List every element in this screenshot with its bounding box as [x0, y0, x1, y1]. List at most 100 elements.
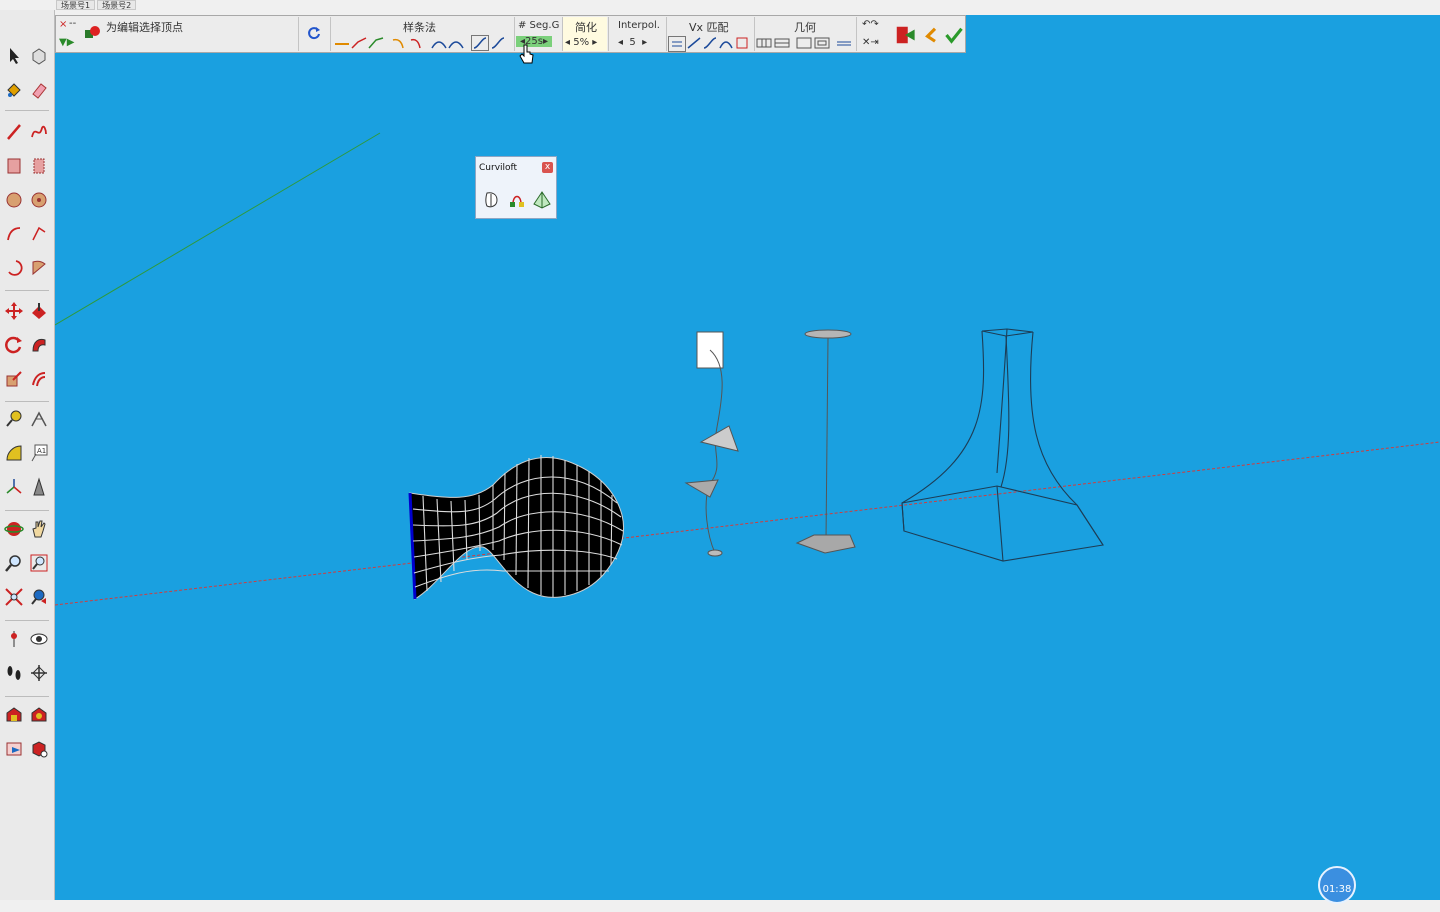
- curve-editor-toolbar: × -- ▼▶ 为编辑选择顶点 样条法 # Seg.G ◂25s▸ 简化 ◂ 5…: [55, 15, 966, 53]
- protractor-icon[interactable]: [3, 442, 25, 464]
- undo-redo-icon[interactable]: ↶↷: [862, 19, 879, 30]
- dimension-icon[interactable]: [28, 408, 50, 430]
- spline-polyline-icon[interactable]: [351, 36, 367, 50]
- extension-warehouse-icon[interactable]: [28, 704, 50, 726]
- spline-scurve-icon[interactable]: [471, 35, 489, 51]
- exit-door-icon[interactable]: [894, 24, 916, 46]
- geometry-frame-icon[interactable]: [796, 36, 812, 50]
- skinning-icon[interactable]: [531, 189, 553, 211]
- scale-icon[interactable]: [3, 368, 25, 390]
- move-icon[interactable]: [3, 300, 25, 322]
- refresh-icon[interactable]: [306, 26, 322, 40]
- select-arrow-icon[interactable]: [3, 45, 25, 67]
- toolbar-close-button[interactable]: ×: [59, 19, 67, 30]
- geometry-rows-icon[interactable]: [774, 36, 790, 50]
- recording-timer-badge: 01:38: [1318, 866, 1356, 904]
- hand-cursor-icon: [519, 44, 534, 64]
- pie-icon[interactable]: [28, 257, 50, 279]
- spline-group-label: 样条法: [403, 21, 436, 34]
- offset-icon[interactable]: [28, 368, 50, 390]
- loft-by-path-icon[interactable]: [506, 189, 528, 211]
- previous-view-icon[interactable]: [28, 586, 50, 608]
- scene-tabs: 场景号1 场景号2: [56, 0, 137, 10]
- follow-me-icon[interactable]: [28, 334, 50, 356]
- section-plane-icon[interactable]: [28, 662, 50, 684]
- extension-manager-icon[interactable]: [28, 738, 50, 760]
- scene-svg: [54, 132, 1440, 606]
- position-camera-icon[interactable]: [3, 628, 25, 650]
- toolbar-confirm-mini-icon[interactable]: ▼▶: [59, 37, 74, 48]
- vx-curve-icon[interactable]: [702, 36, 718, 50]
- scene-tab-2[interactable]: 场景号2: [97, 0, 137, 10]
- polygon-icon[interactable]: [28, 189, 50, 211]
- curviloft-close-button[interactable]: x: [542, 162, 553, 173]
- spline-arc-icon[interactable]: [391, 36, 407, 50]
- svg-text:A1: A1: [37, 447, 46, 455]
- orbit-icon[interactable]: [3, 518, 25, 540]
- vx-box-icon[interactable]: [734, 36, 750, 50]
- eraser-icon[interactable]: [28, 79, 50, 101]
- two-point-arc-icon[interactable]: [28, 223, 50, 245]
- spline-line-icon[interactable]: [334, 36, 350, 50]
- pan-hand-icon[interactable]: [28, 518, 50, 540]
- spline-bezier-icon[interactable]: [368, 36, 384, 50]
- warehouse-icon[interactable]: [3, 704, 25, 726]
- component-icon[interactable]: [28, 45, 50, 67]
- text-icon[interactable]: A1: [28, 442, 50, 464]
- confirm-check-icon[interactable]: [944, 25, 964, 45]
- tape-measure-icon[interactable]: [3, 408, 25, 430]
- status-text: 为编辑选择顶点: [106, 21, 183, 34]
- three-point-arc-icon[interactable]: [3, 257, 25, 279]
- geometry-grid-icon[interactable]: [756, 36, 772, 50]
- spline-curve2-icon[interactable]: [448, 36, 464, 50]
- zoom-icon[interactable]: [3, 552, 25, 574]
- curviloft-panel: Curviloft x: [475, 156, 557, 219]
- wireframe-tower: [901, 328, 1104, 562]
- zoom-window-icon[interactable]: [28, 552, 50, 574]
- axes-icon[interactable]: [3, 476, 25, 498]
- vertex-select-icon[interactable]: [84, 26, 100, 40]
- rotate-icon[interactable]: [3, 334, 25, 356]
- curviloft-title: Curviloft: [479, 163, 518, 173]
- simplify-value: 5%: [573, 37, 590, 48]
- vx-arch-icon[interactable]: [718, 36, 734, 50]
- rectangle-icon[interactable]: [3, 155, 25, 177]
- seg-label: # Seg.G: [518, 20, 560, 31]
- look-around-icon[interactable]: [28, 628, 50, 650]
- scene-tab-1[interactable]: 场景号1: [56, 0, 96, 10]
- spline-scurve2-icon[interactable]: [490, 36, 506, 50]
- freehand-icon[interactable]: [28, 121, 50, 143]
- geometry-frame2-icon[interactable]: [814, 36, 830, 50]
- spline-curve-icon[interactable]: [431, 36, 447, 50]
- simplify-label: 简化: [575, 21, 597, 34]
- walk-footprints-icon[interactable]: [3, 662, 25, 684]
- paint-bucket-icon[interactable]: [3, 79, 25, 101]
- push-pull-icon[interactable]: [28, 300, 50, 322]
- pencil-line-icon[interactable]: [3, 121, 25, 143]
- 3d-text-icon[interactable]: [28, 476, 50, 498]
- circle-icon[interactable]: [3, 189, 25, 211]
- geometry-label: 几何: [794, 21, 816, 34]
- red-axis: [54, 441, 1440, 606]
- rotated-rectangle-icon[interactable]: [28, 155, 50, 177]
- lofted-vase-mesh: [408, 455, 625, 600]
- arc-icon[interactable]: [3, 223, 25, 245]
- spline-arc2-icon[interactable]: [408, 36, 424, 50]
- interpol-value: 5: [629, 37, 636, 48]
- geometry-hash-icon[interactable]: [836, 36, 852, 50]
- pole-object: [795, 329, 856, 554]
- interpol-stepper[interactable]: ◂ 5 ▸: [618, 37, 647, 48]
- undo-arrow-icon[interactable]: [920, 25, 940, 45]
- clear-icon[interactable]: ✕⇥: [862, 37, 879, 48]
- green-axis: [54, 132, 381, 326]
- interpol-label: Interpol.: [618, 20, 660, 31]
- loft-by-spline-icon[interactable]: [481, 189, 503, 211]
- vx-list-icon[interactable]: [668, 36, 686, 52]
- left-toolbar: A1: [0, 10, 55, 900]
- simplify-stepper[interactable]: ◂ 5% ▸: [565, 37, 597, 48]
- zoom-extents-icon[interactable]: [3, 586, 25, 608]
- toolbar-dash-button[interactable]: --: [69, 18, 76, 29]
- vx-line-icon[interactable]: [686, 36, 702, 50]
- share-model-icon[interactable]: [3, 738, 25, 760]
- viewport-canvas[interactable]: [54, 15, 1440, 900]
